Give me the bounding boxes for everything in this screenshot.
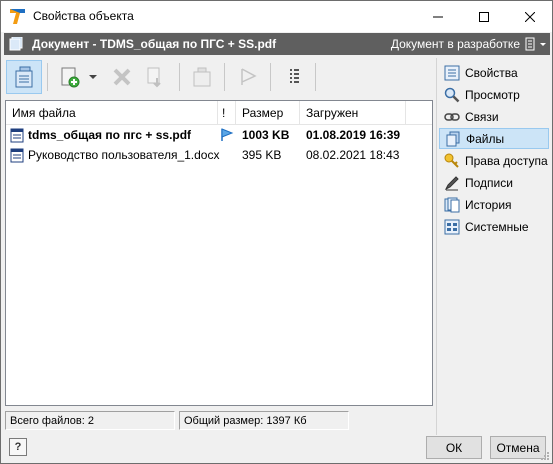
object-properties-window: Свойства объекта Документ - TDMS_общая п… [0, 0, 553, 464]
files-view-button[interactable] [6, 60, 42, 94]
table-row[interactable]: Руководство пользователя_1.docx 395 KB 0… [6, 145, 432, 165]
delete-button[interactable] [104, 60, 140, 94]
maximize-button[interactable] [461, 1, 507, 32]
file-size: 395 KB [242, 148, 282, 162]
panel-divider [436, 58, 437, 435]
toolbar [4, 58, 434, 98]
nav-label: Свойства [465, 65, 518, 80]
ok-button[interactable]: ОК [426, 436, 482, 459]
column-header-uploaded[interactable]: Загружен [300, 101, 406, 125]
list-header: Имя файла ! Размер Загружен [6, 101, 432, 125]
add-file-dropdown[interactable] [86, 60, 100, 94]
status-total-files: Всего файлов: 2 [5, 411, 175, 430]
status-document-icon [525, 37, 535, 51]
files-view-icon [15, 66, 33, 88]
nav-label: Файлы [466, 131, 505, 146]
file-name: tdms_общая по пгс + ss.pdf [28, 128, 192, 142]
document-file-icon [10, 128, 24, 143]
document-title: Документ - TDMS_общая по ПГС + SS.pdf [32, 37, 277, 51]
window-title: Свойства объекта [33, 9, 134, 23]
document-icon [9, 37, 23, 51]
blue-flag-icon [221, 128, 234, 141]
nav-item-links[interactable]: Связи [439, 106, 549, 127]
properties-icon [444, 65, 460, 80]
file-uploaded: 01.08.2019 16:39 [306, 128, 401, 142]
nav-label: Связи [465, 109, 499, 124]
nav-label: Подписи [465, 175, 513, 190]
file-list[interactable]: Имя файла ! Размер Загружен tdms_общая п… [5, 100, 433, 406]
toolbar-separator [179, 63, 180, 91]
nav-label: Системные [465, 219, 529, 234]
magnifier-icon [444, 87, 460, 102]
history-icon [444, 197, 460, 212]
nav-label: Права доступа [465, 153, 548, 168]
nav-label: История [465, 197, 512, 212]
document-status[interactable]: Документ в разработке [391, 37, 520, 51]
status-total-size: Общий размер: 1397 Кб [179, 411, 349, 430]
flag-icon [241, 68, 257, 85]
toolbar-separator [47, 63, 48, 91]
close-button[interactable] [507, 1, 553, 32]
nav-item-access-rights[interactable]: Права доступа [439, 150, 549, 171]
close-icon [525, 11, 535, 22]
add-file-icon [61, 67, 80, 88]
nav-item-signatures[interactable]: Подписи [439, 172, 549, 193]
nav-item-preview[interactable]: Просмотр [439, 84, 549, 105]
column-header-flag[interactable]: ! [218, 101, 236, 125]
document-header: Документ - TDMS_общая по ПГС + SS.pdf До… [4, 33, 550, 55]
nav-item-history[interactable]: История [439, 194, 549, 215]
chevron-down-icon[interactable] [538, 37, 548, 51]
nav-item-properties[interactable]: Свойства [439, 62, 549, 83]
columns-button[interactable] [276, 60, 312, 94]
signature-icon [444, 175, 459, 190]
help-button[interactable]: ? [9, 438, 27, 456]
toolbar-separator [315, 63, 316, 91]
minimize-button[interactable] [415, 1, 461, 32]
columns-icon [290, 69, 299, 83]
cancel-button[interactable]: Отмена [490, 436, 546, 459]
column-header-name[interactable]: Имя файла [6, 101, 218, 125]
delete-icon [113, 68, 131, 86]
file-uploaded: 08.02.2021 18:43 [306, 148, 400, 162]
copy-button[interactable] [184, 60, 220, 94]
nav-item-system[interactable]: Системные [439, 216, 549, 237]
key-icon [444, 153, 459, 168]
toolbar-separator [224, 63, 225, 91]
nav-item-files[interactable]: Файлы [439, 128, 549, 149]
link-icon [444, 112, 460, 121]
system-icon [444, 219, 460, 234]
document-file-icon [10, 148, 24, 163]
file-size: 1003 KB [242, 128, 290, 142]
column-header-size[interactable]: Размер [236, 101, 300, 125]
export-button[interactable] [138, 60, 174, 94]
title-bar[interactable]: Свойства объекта [1, 1, 552, 32]
table-row[interactable]: tdms_общая по пгс + ss.pdf 1003 KB 01.08… [6, 125, 432, 145]
add-file-button[interactable] [52, 60, 88, 94]
files-icon [446, 131, 460, 146]
flag-button[interactable] [230, 60, 266, 94]
minimize-icon [433, 16, 443, 17]
toolbar-separator [270, 63, 271, 91]
resize-grip-icon[interactable] [540, 451, 550, 461]
tdms-app-icon [9, 8, 26, 25]
nav-label: Просмотр [465, 87, 520, 102]
export-icon [147, 67, 161, 88]
dropdown-arrow-icon [89, 75, 97, 79]
file-name: Руководство пользователя_1.docx [28, 148, 220, 162]
copy-icon [193, 67, 211, 87]
maximize-icon [479, 11, 489, 22]
